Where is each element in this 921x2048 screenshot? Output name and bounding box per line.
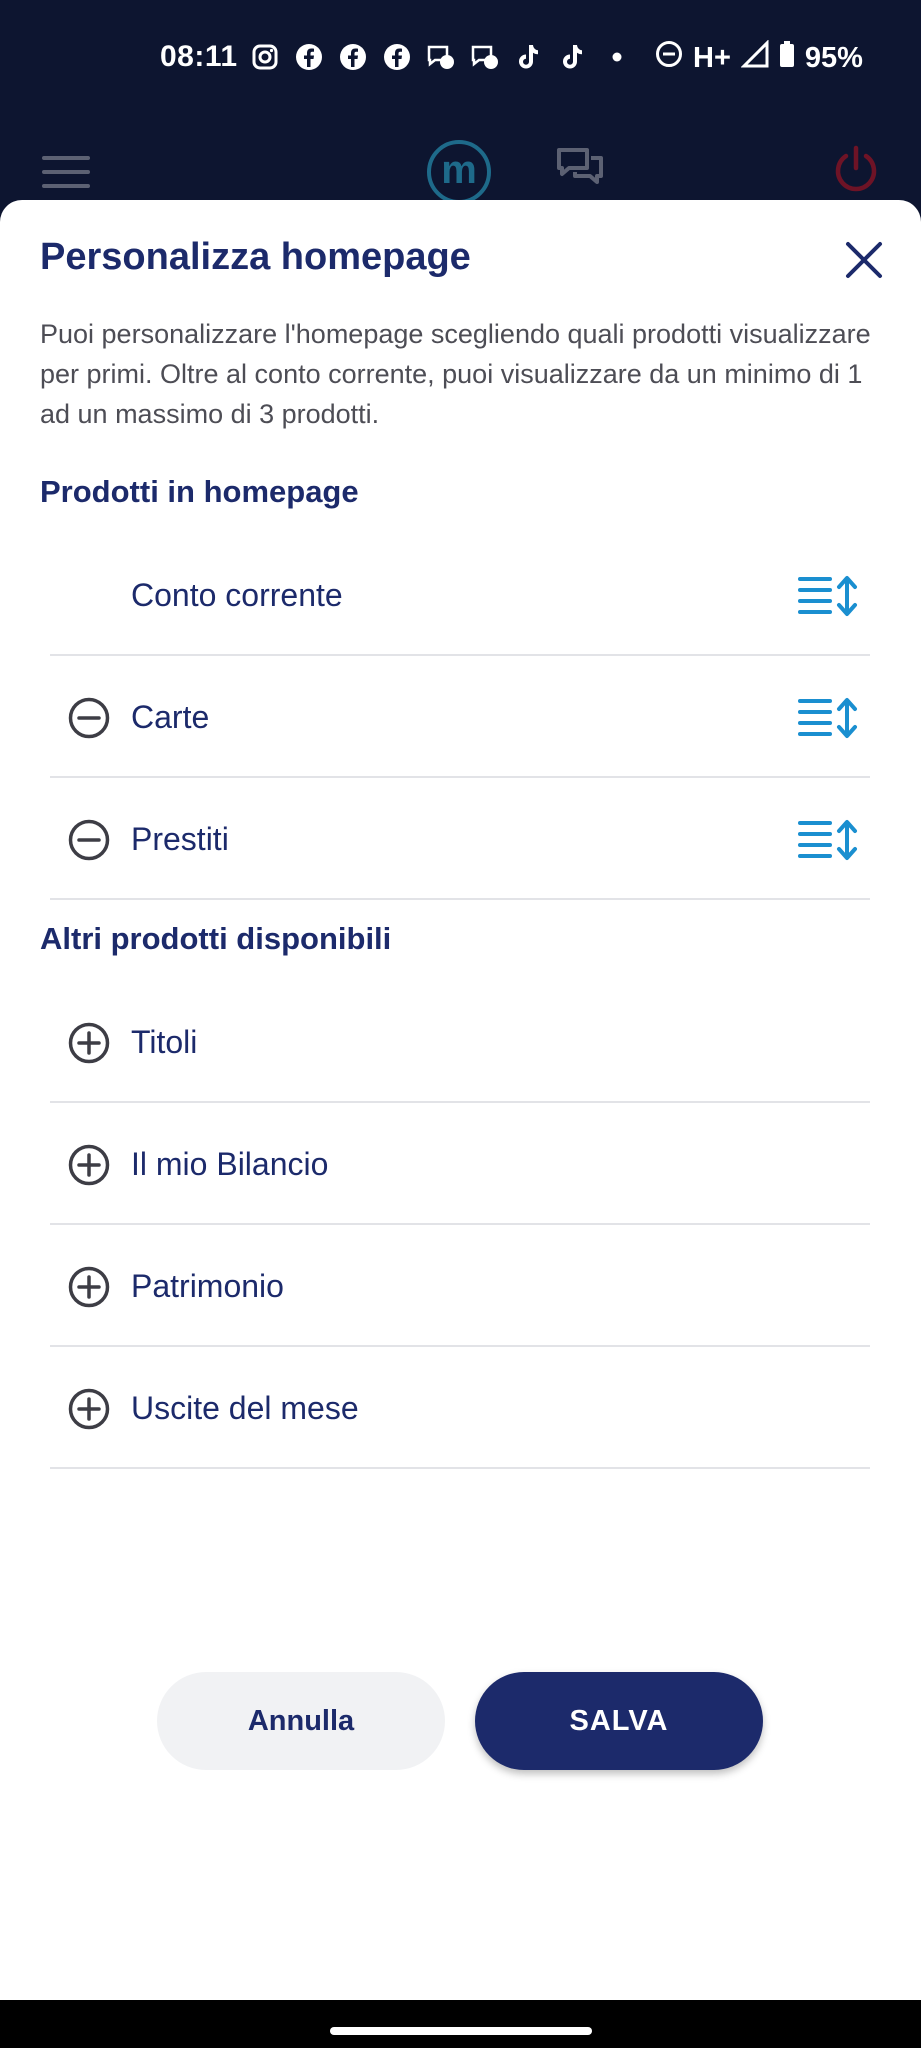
product-label: Carte xyxy=(131,699,210,735)
status-right: H+ 95% xyxy=(655,39,863,76)
product-label: Il mio Bilancio xyxy=(131,1146,329,1182)
notification-icons xyxy=(250,42,632,72)
product-label: Uscite del mese xyxy=(131,1390,359,1426)
reorder-handle-icon[interactable] xyxy=(796,697,860,739)
product-label: Patrimonio xyxy=(131,1268,284,1304)
cancel-button[interactable]: Annulla xyxy=(157,1672,445,1770)
instagram-icon xyxy=(250,42,280,72)
add-circle-icon[interactable] xyxy=(68,1144,110,1186)
app-header: m xyxy=(0,130,921,210)
facebook-icon xyxy=(382,42,412,72)
home-products-heading: Prodotti in homepage xyxy=(40,474,359,509)
dnd-icon xyxy=(655,40,683,76)
tiktok-icon xyxy=(558,42,588,72)
other-products-heading: Altri prodotti disponibili xyxy=(40,921,392,956)
reorder-handle-icon[interactable] xyxy=(796,819,860,861)
available-product-row: Uscite del mese xyxy=(50,1347,870,1469)
home-product-row: Conto corrente xyxy=(50,534,870,656)
remove-circle-icon[interactable] xyxy=(68,819,110,861)
home-product-row: Prestiti xyxy=(50,778,870,900)
battery-level: 95% xyxy=(804,41,863,74)
home-gesture-pill[interactable] xyxy=(330,2027,592,2035)
sheet-title: Personalizza homepage xyxy=(40,236,471,278)
gesture-nav-bar xyxy=(0,2000,921,2048)
close-icon[interactable] xyxy=(842,238,886,282)
add-circle-icon[interactable] xyxy=(68,1266,110,1308)
add-circle-icon[interactable] xyxy=(68,1022,110,1064)
menu-icon[interactable] xyxy=(42,156,90,192)
reorder-handle-icon[interactable] xyxy=(796,575,860,617)
product-label: Prestiti xyxy=(131,821,229,857)
tiktok-icon xyxy=(514,42,544,72)
customize-homepage-sheet: Personalizza homepage Puoi personalizzar… xyxy=(0,200,921,2000)
product-label: Titoli xyxy=(131,1024,198,1060)
network-type: H+ xyxy=(693,41,731,74)
status-time: 08:11 xyxy=(160,40,238,73)
available-product-row: Titoli xyxy=(50,981,870,1103)
save-button[interactable]: SALVA xyxy=(475,1672,763,1770)
remove-circle-icon[interactable] xyxy=(68,697,110,739)
battery-icon xyxy=(779,40,795,76)
home-product-row: Carte xyxy=(50,656,870,778)
app-logo[interactable]: m xyxy=(427,140,491,204)
add-circle-icon[interactable] xyxy=(68,1388,110,1430)
facebook-icon xyxy=(338,42,368,72)
messenger-icon xyxy=(470,42,500,72)
available-product-row: Patrimonio xyxy=(50,1225,870,1347)
sheet-description: Puoi personalizzare l'homepage scegliend… xyxy=(40,319,871,429)
available-product-row: Il mio Bilancio xyxy=(50,1103,870,1225)
signal-icon xyxy=(740,39,769,76)
chat-icon[interactable] xyxy=(555,144,605,199)
product-label: Conto corrente xyxy=(131,577,343,613)
status-bar: 08:11 H+ 95% xyxy=(0,0,921,110)
messenger-icon xyxy=(426,42,456,72)
dot-icon xyxy=(602,42,632,72)
logout-icon[interactable] xyxy=(832,144,880,199)
facebook-icon xyxy=(294,42,324,72)
